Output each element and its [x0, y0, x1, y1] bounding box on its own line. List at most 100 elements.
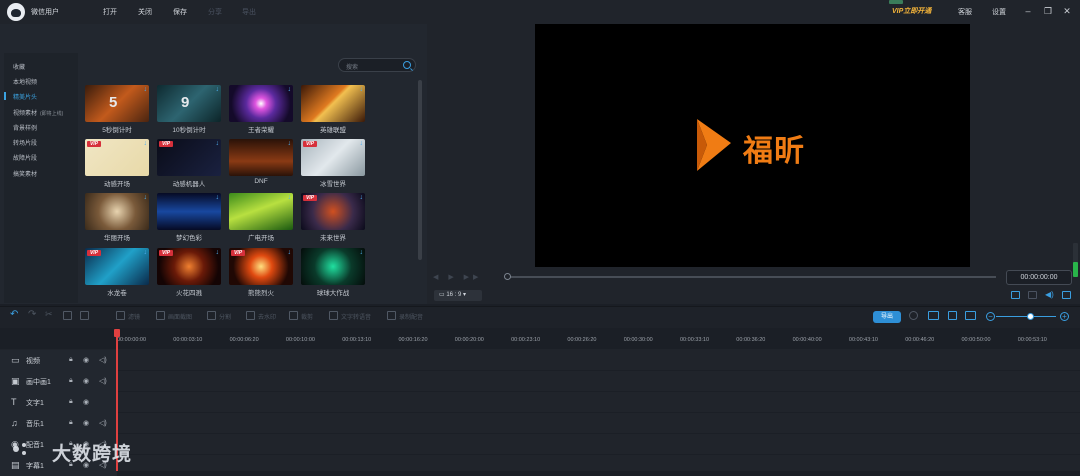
download-icon[interactable]: ↓ [360, 249, 364, 256]
marker-icon[interactable] [948, 311, 957, 320]
speaker-icon[interactable]: ◁) [99, 419, 107, 427]
template-thumbnail[interactable]: ↓ [301, 85, 365, 122]
template-thumbnail[interactable]: 9 ↓ [157, 85, 221, 122]
tool-snapshot[interactable]: 画面截图 [168, 312, 192, 321]
playhead-handle[interactable] [114, 329, 120, 337]
template-thumbnail[interactable]: VIP ↓ [85, 248, 149, 285]
tts-icon[interactable] [329, 311, 338, 320]
filter-icon[interactable] [116, 311, 125, 320]
download-icon[interactable]: ↓ [216, 86, 220, 93]
subtitle-icon[interactable] [928, 311, 939, 320]
speaker-icon[interactable]: ◁) [99, 356, 107, 364]
sidebar-item-funny[interactable]: 搞笑素材 [13, 169, 37, 178]
download-icon[interactable]: ↓ [360, 194, 364, 201]
download-icon[interactable]: ↓ [288, 249, 292, 256]
menu-close[interactable]: 关闭 [138, 7, 152, 17]
download-icon[interactable]: ↓ [216, 249, 220, 256]
grid-scrollbar[interactable] [418, 80, 422, 260]
template-thumbnail[interactable]: ↓ [229, 85, 293, 122]
eye-icon[interactable]: ◉ [83, 398, 89, 406]
fullscreen-icon[interactable] [1062, 291, 1071, 299]
sidebar-item-intro[interactable]: 精美片头 [13, 92, 37, 101]
track-row[interactable] [0, 413, 1080, 434]
template-thumbnail[interactable]: VIP ↓ [301, 139, 365, 176]
record-icon[interactable] [387, 311, 396, 320]
split-icon[interactable] [207, 311, 216, 320]
template-thumbnail[interactable]: ↓ [85, 193, 149, 230]
template-thumbnail[interactable]: ↓ [157, 193, 221, 230]
download-icon[interactable]: ↓ [216, 140, 220, 147]
search-input[interactable]: 搜索 [338, 58, 416, 72]
sidebar-item-favorites[interactable]: 收藏 [13, 62, 25, 71]
redo-icon[interactable]: ↷ [28, 309, 36, 320]
tool-split[interactable]: 分割 [219, 312, 231, 321]
eye-icon[interactable]: ◉ [83, 377, 89, 385]
snapshot-icon[interactable] [156, 311, 165, 320]
lock-icon[interactable]: 🔒︎ [69, 377, 73, 385]
settings-link[interactable]: 设置 [992, 7, 1006, 17]
track-row[interactable] [0, 392, 1080, 413]
watermark-remove-icon[interactable] [246, 311, 255, 320]
sidebar-item-glitch[interactable]: 故障片段 [13, 153, 37, 162]
lock-icon[interactable]: 🔒︎ [69, 356, 73, 364]
eye-icon[interactable]: ◉ [83, 419, 89, 427]
download-icon[interactable]: ↓ [144, 140, 148, 147]
track-row[interactable] [0, 350, 1080, 371]
sidebar-item-local-video[interactable]: 本地视频 [13, 77, 37, 86]
track-row[interactable] [0, 455, 1080, 476]
download-icon[interactable]: ↓ [144, 86, 148, 93]
sidebar-item-background[interactable]: 背景样例 [13, 123, 37, 132]
fit-icon[interactable] [965, 311, 976, 320]
copy-icon[interactable] [63, 311, 72, 320]
download-icon[interactable]: ↓ [288, 140, 292, 147]
template-thumbnail[interactable]: VIP ↓ [229, 248, 293, 285]
tool-filter[interactable]: 滤镜 [128, 312, 140, 321]
download-icon[interactable]: ↓ [144, 249, 148, 256]
zoom-slider[interactable] [996, 316, 1056, 317]
screenshot-icon[interactable] [1011, 291, 1020, 299]
template-thumbnail[interactable]: VIP ↓ [301, 193, 365, 230]
template-thumbnail[interactable]: 5 ↓ [85, 85, 149, 122]
crop-icon[interactable] [289, 311, 298, 320]
sidebar-item-video-material[interactable]: 视频素材 (即将上线) [13, 108, 63, 117]
track-row[interactable] [0, 371, 1080, 392]
download-icon[interactable]: ↓ [144, 194, 148, 201]
minimize-icon[interactable]: – [1022, 5, 1034, 17]
cut-icon[interactable]: ✂ [45, 309, 53, 320]
template-thumbnail[interactable]: ↓ [301, 248, 365, 285]
playback-controls[interactable]: ◀ ▶ ▶▶ [433, 273, 493, 281]
tool-record-voice[interactable]: 录制配音 [399, 312, 423, 321]
service-link[interactable]: 客服 [958, 7, 972, 17]
template-thumbnail[interactable]: VIP ↓ [157, 139, 221, 176]
tool-tts[interactable]: 文字转语音 [341, 312, 371, 321]
lock-icon[interactable]: 🔒︎ [69, 419, 73, 427]
user-avatar[interactable] [7, 3, 25, 21]
search-icon[interactable] [403, 61, 411, 69]
menu-export[interactable]: 导出 [242, 7, 256, 17]
layout-icon[interactable] [1028, 291, 1037, 299]
template-thumbnail[interactable]: ↓ [229, 139, 293, 176]
zoom-in-icon[interactable]: + [1060, 312, 1069, 321]
tool-remove-watermark[interactable]: 去水印 [258, 312, 276, 321]
undo-icon[interactable]: ↶ [10, 309, 18, 320]
timer-icon[interactable] [909, 311, 918, 320]
download-icon[interactable]: ↓ [360, 140, 364, 147]
speaker-icon[interactable]: ◀) [1045, 290, 1054, 299]
download-icon[interactable]: ↓ [360, 86, 364, 93]
zoom-handle[interactable] [1027, 313, 1034, 320]
progress-track[interactable] [506, 276, 996, 278]
username-label[interactable]: 微信用户 [31, 7, 59, 17]
aspect-ratio-select[interactable]: ▭ 16 : 9 ▾ [434, 290, 482, 301]
vip-open-link[interactable]: VIP立即开通 [892, 6, 931, 16]
menu-save[interactable]: 保存 [173, 7, 187, 17]
template-thumbnail[interactable]: VIP ↓ [157, 248, 221, 285]
close-icon[interactable]: ✕ [1061, 5, 1073, 17]
export-button[interactable]: 导出 [873, 311, 901, 323]
template-thumbnail[interactable]: VIP ↓ [85, 139, 149, 176]
download-icon[interactable]: ↓ [288, 194, 292, 201]
menu-share[interactable]: 分享 [208, 7, 222, 17]
download-icon[interactable]: ↓ [216, 194, 220, 201]
menu-open[interactable]: 打开 [103, 7, 117, 17]
maximize-icon[interactable]: ❐ [1042, 5, 1054, 17]
template-thumbnail[interactable]: ↓ [229, 193, 293, 230]
